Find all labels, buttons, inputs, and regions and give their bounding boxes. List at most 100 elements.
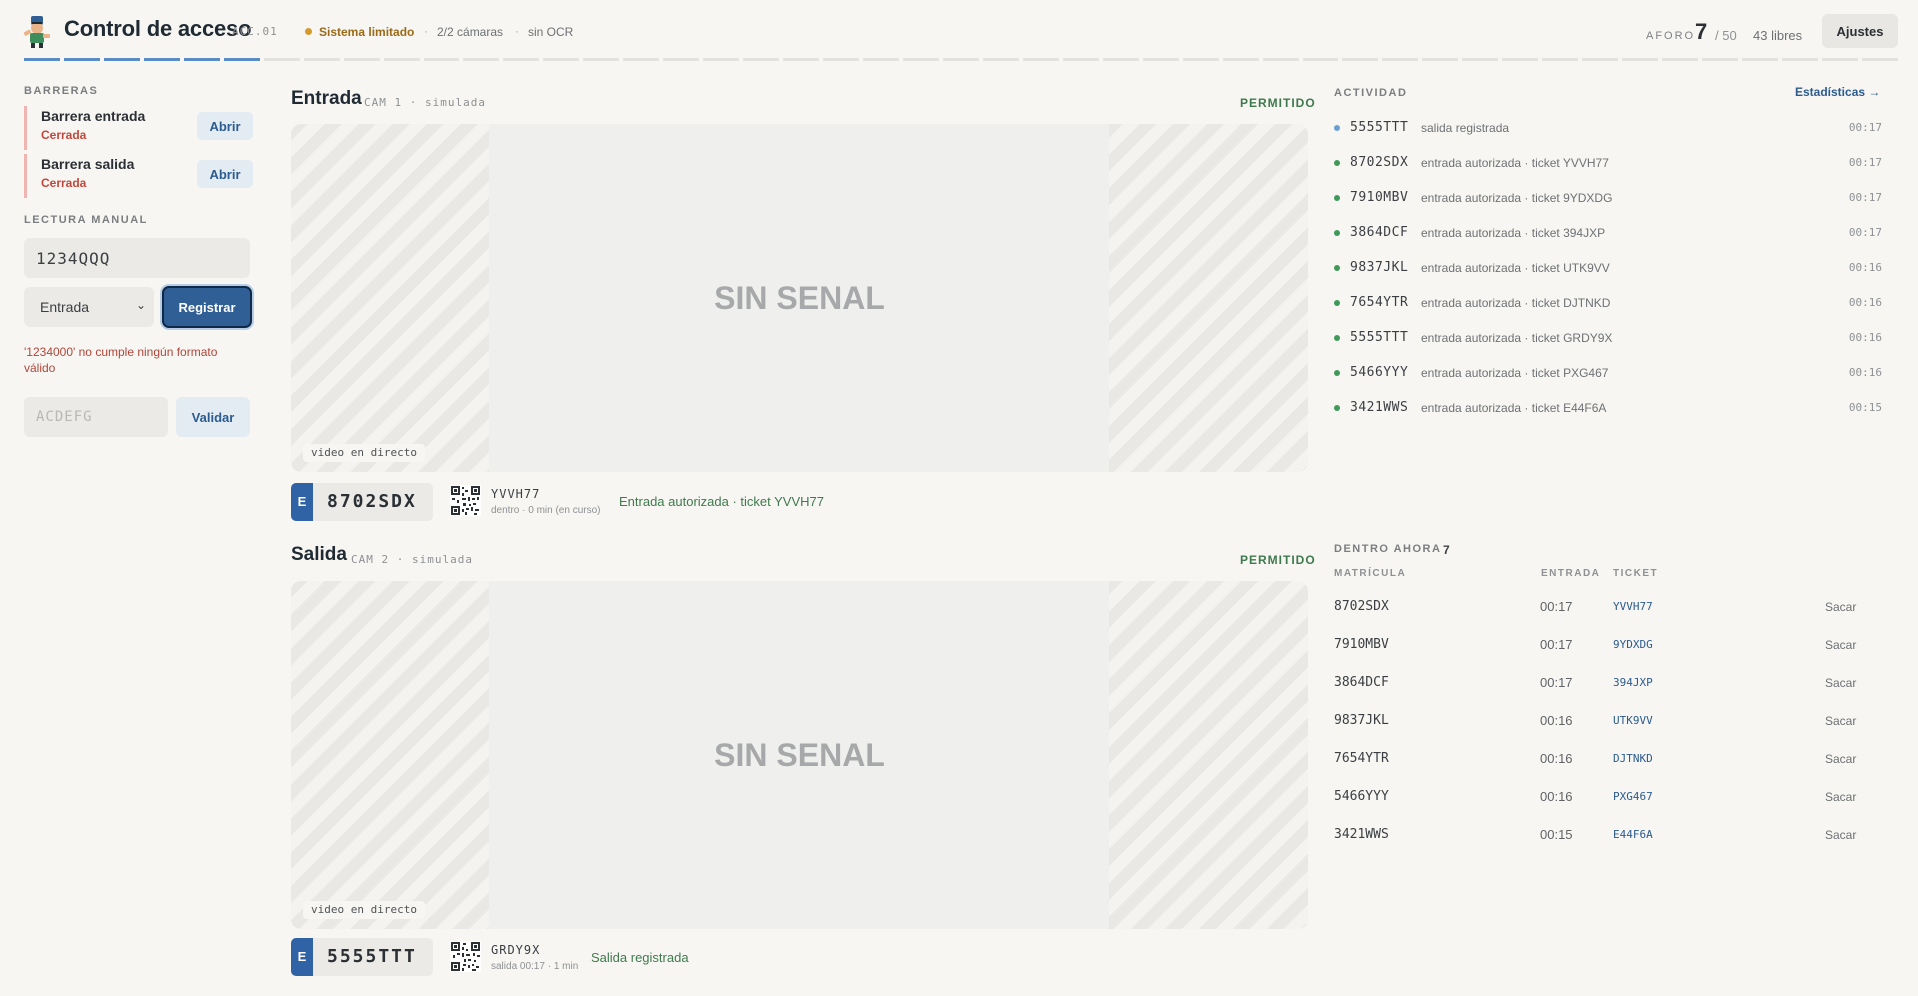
barrier-entry: Barrera entrada Cerrada Abrir — [24, 106, 253, 150]
plate-input[interactable] — [24, 238, 250, 278]
activity-description: entrada autorizada · ticket DJTNKD — [1421, 296, 1611, 310]
progress-segment — [1022, 58, 1059, 61]
direction-value: Entrada — [40, 299, 90, 315]
activity-description: entrada autorizada · ticket YVVH77 — [1421, 156, 1609, 170]
activity-time: 00:17 — [1848, 156, 1882, 169]
row-ticket: DJTNKD — [1613, 752, 1653, 765]
activity-label: ACTIVIDAD — [1334, 87, 1408, 99]
activity-plate: 3864DCF — [1350, 225, 1409, 240]
plate-number: 5555TTT — [327, 946, 417, 967]
barrier-state: Cerrada — [41, 176, 87, 190]
status-dot-icon — [1334, 125, 1340, 131]
progress-segment — [863, 58, 899, 61]
activity-description: entrada autorizada · ticket E44F6A — [1421, 401, 1607, 415]
progress-segment — [1062, 58, 1099, 61]
aforo-max: / 50 — [1715, 28, 1737, 43]
remove-vehicle-button[interactable]: Sacar — [1825, 790, 1856, 804]
remove-vehicle-button[interactable]: Sacar — [1825, 600, 1856, 614]
status-dot-icon — [1334, 300, 1340, 306]
column-header-plate: MATRÍCULA — [1334, 568, 1407, 579]
activity-item: 5466YYY entrada autorizada · ticket PXG46… — [1334, 363, 1882, 383]
progress-segment — [463, 58, 500, 61]
progress-segment — [1821, 58, 1858, 61]
table-row: 5466YYY 00:16 PXG467 Sacar — [1334, 786, 1864, 808]
aforo-value: 7 — [1695, 19, 1708, 44]
ticket-input[interactable] — [24, 397, 168, 437]
row-entry-time: 00:17 — [1540, 599, 1573, 614]
remove-vehicle-button[interactable]: Sacar — [1825, 828, 1856, 842]
statistics-link[interactable]: Estadísticas → — [1795, 85, 1880, 99]
settings-button[interactable]: Ajustes — [1822, 14, 1898, 48]
camera-video-feed: SIN SENAL video en directo — [291, 124, 1308, 472]
manual-reading-label: LECTURA MANUAL — [24, 214, 148, 226]
remove-vehicle-button[interactable]: Sacar — [1825, 752, 1856, 766]
camera-result: Salida registrada — [591, 950, 689, 965]
remove-vehicle-button[interactable]: Sacar — [1825, 714, 1856, 728]
remove-vehicle-button[interactable]: Sacar — [1825, 638, 1856, 652]
status-dot-icon — [1334, 335, 1340, 341]
progress-segment — [663, 58, 700, 61]
activity-description: entrada autorizada · ticket 394JXP — [1421, 226, 1606, 240]
camera-subtitle: CAM 2 · simulada — [351, 553, 473, 566]
activity-item: 7910MBV entrada autorizada · ticket 9YDXD… — [1334, 188, 1882, 208]
camera-title: Entrada — [291, 88, 362, 109]
direction-select[interactable]: Entrada ⌄ — [24, 287, 154, 327]
row-plate: 7654YTR — [1334, 751, 1389, 766]
remove-vehicle-button[interactable]: Sacar — [1825, 676, 1856, 690]
row-plate: 7910MBV — [1334, 637, 1389, 652]
validate-button[interactable]: Validar — [176, 397, 250, 437]
ticket-info: dentro · 0 min (en curso) — [491, 505, 601, 516]
ticket-code: YVVH77 — [491, 487, 541, 501]
column-header-entry: ENTRADA — [1541, 568, 1601, 579]
progress-segment — [942, 58, 979, 61]
plate-badge: E 5555TTT — [291, 938, 433, 976]
live-tag: video en directo — [303, 444, 425, 462]
progress-segment — [1182, 58, 1219, 61]
system-status: Sistema limitado — [319, 25, 415, 39]
plate-country-badge: E — [291, 483, 313, 521]
activity-item: 3864DCF entrada autorizada · ticket 394JX… — [1334, 223, 1882, 243]
progress-segment — [1542, 58, 1579, 61]
activity-time: 00:16 — [1848, 331, 1882, 344]
activity-item: 7654YTR entrada autorizada · ticket DJTNK… — [1334, 293, 1882, 313]
app-title: Control de acceso — [64, 16, 252, 41]
aforo-free: 43 libres — [1753, 28, 1803, 43]
progress-segment — [1422, 58, 1459, 61]
chevron-down-icon: ⌄ — [136, 298, 147, 312]
device-code: ACC.01 — [232, 25, 278, 38]
activity-time: 00:17 — [1848, 226, 1882, 239]
qr-code-icon — [450, 485, 481, 516]
progress-segment — [1781, 58, 1818, 61]
activity-time: 00:17 — [1848, 121, 1882, 134]
table-row: 3864DCF 00:17 394JXP Sacar — [1334, 672, 1864, 694]
row-plate: 3864DCF — [1334, 675, 1389, 690]
activity-time: 00:16 — [1848, 296, 1882, 309]
activity-item: 5555TTT salida registrada 00:17 — [1334, 118, 1882, 138]
progress-segment — [343, 58, 380, 61]
progress-segment — [24, 58, 60, 61]
separator: · — [424, 24, 428, 38]
progress-segment — [1582, 58, 1619, 61]
ocr-status: sin OCR — [528, 25, 574, 39]
column-header-ticket: TICKET — [1613, 568, 1659, 579]
activity-plate: 3421WWS — [1350, 400, 1409, 415]
open-exit-barrier-button[interactable]: Abrir — [197, 160, 253, 188]
camera-result: Entrada autorizada · ticket YVVH77 — [619, 494, 824, 509]
progress-segment — [1861, 58, 1898, 61]
qr-code-icon — [450, 941, 481, 972]
row-entry-time: 00:17 — [1540, 675, 1573, 690]
progress-segment — [303, 58, 340, 61]
progress-segment — [1342, 58, 1379, 61]
activity-time: 00:15 — [1848, 401, 1882, 414]
activity-time: 00:17 — [1848, 191, 1882, 204]
status-dot-icon — [1334, 405, 1340, 411]
open-entry-barrier-button[interactable]: Abrir — [197, 112, 253, 140]
row-entry-time: 00:16 — [1540, 713, 1573, 728]
app-window: Control de acceso ACC.01 Sistema limitad… — [0, 0, 1918, 996]
register-button[interactable]: Registrar — [162, 286, 252, 328]
progress-segment — [823, 58, 860, 61]
no-signal-text: SIN SENAL — [714, 736, 885, 773]
table-row: 3421WWS 00:15 E44F6A Sacar — [1334, 824, 1864, 846]
plate-badge: E 8702SDX — [291, 483, 433, 521]
table-row: 7654YTR 00:16 DJTNKD Sacar — [1334, 748, 1864, 770]
